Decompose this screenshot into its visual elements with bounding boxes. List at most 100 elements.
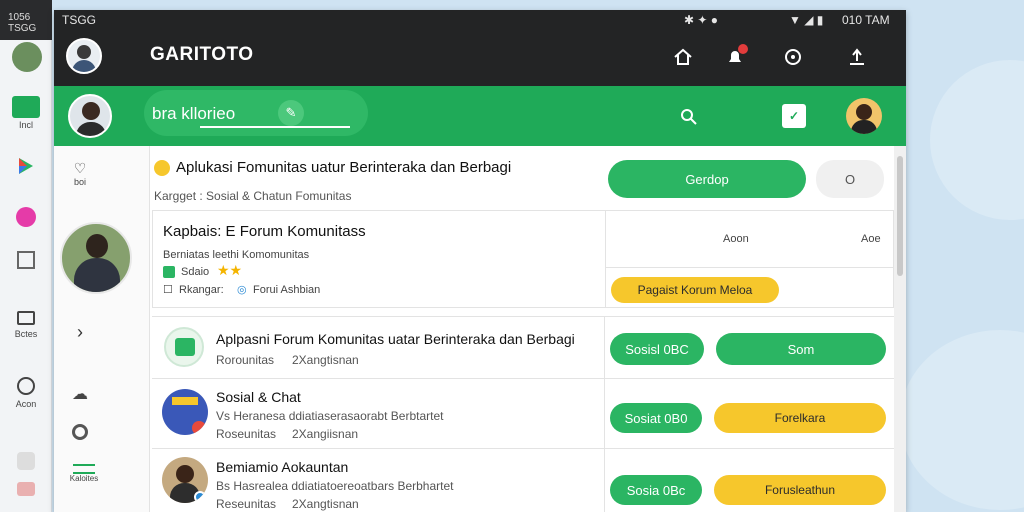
rail-item-faded[interactable] — [0, 452, 52, 470]
action-button[interactable]: Forusleathun — [714, 475, 886, 505]
search-button[interactable] — [676, 104, 702, 130]
chevron-right-icon: › — [77, 322, 83, 342]
status-clock: 010 TAM — [842, 13, 890, 27]
page-title: Aplukasi Fomunitas uatur Berinteraka dan… — [176, 159, 512, 176]
rail-item-tag[interactable]: Incl — [0, 96, 52, 130]
sidebar: ♡ boi › ☁ Kaloites — [54, 146, 150, 512]
list-item[interactable]: Aplpasni Forum Komunitas uatar Berintera… — [152, 316, 894, 379]
home-button[interactable] — [668, 42, 698, 72]
cell-divider — [605, 267, 893, 268]
notifications-button[interactable] — [720, 42, 750, 72]
item-sub1: Bs Hasrealea ddiatiatoereoatbars Berbhar… — [216, 479, 454, 493]
check-icon: ✓ — [788, 109, 800, 123]
rail-item-label: Bctes — [14, 329, 38, 339]
briefcase-icon — [17, 311, 35, 325]
item-sub2: 2Xangtisnan — [292, 353, 359, 367]
upload-icon — [850, 48, 864, 65]
column-divider — [605, 211, 606, 307]
scroll-thumb[interactable] — [897, 156, 903, 276]
pencil-icon: ✎ — [285, 105, 297, 120]
account-avatar[interactable] — [846, 98, 882, 134]
globe-icon: ◎ — [237, 284, 247, 296]
rail-item-briefcase[interactable]: Bctes — [0, 311, 52, 339]
heart-icon: ♡ — [73, 160, 87, 176]
rail-item-info[interactable]: Acon — [0, 377, 52, 409]
status-bar: TSGG ✱ ✦ ● ▼ ◢ ▮ 010 TAM — [54, 10, 906, 30]
forum-app-icon — [164, 327, 204, 367]
search-underline — [200, 126, 350, 128]
item-title: Aplpasni Forum Komunitas uatar Berintera… — [216, 331, 575, 347]
featured-line3a: Rkangar: — [179, 284, 224, 296]
info-icon — [17, 377, 35, 395]
profile-avatar[interactable] — [68, 94, 112, 138]
user-avatar[interactable] — [66, 38, 102, 74]
featured-line2: Sdaio — [181, 266, 210, 278]
edit-button[interactable]: ✎ — [278, 100, 304, 126]
action-button[interactable]: Som — [716, 333, 886, 365]
featured-title: Kapbais: E Forum Komunitass — [163, 223, 366, 240]
sidebar-item-label: boi — [73, 177, 86, 187]
app-icon — [17, 452, 35, 470]
notification-badge — [738, 44, 748, 54]
rail-item-slides[interactable] — [0, 251, 52, 269]
checklist-button[interactable]: ✓ — [782, 104, 806, 128]
maps-icon — [19, 158, 33, 174]
cloud-icon: ☁ — [72, 386, 88, 403]
home-icon — [674, 48, 692, 65]
os-avatar[interactable] — [12, 42, 42, 72]
chat-app-icon — [162, 389, 208, 435]
featured-line3b: Forui Ashbian — [253, 284, 321, 296]
item-title: Bemiamio Aokauntan — [216, 459, 349, 475]
page-subtitle: Kargget : Sosial & Chatun Fomunitas — [154, 189, 352, 203]
rail-item-podcast[interactable] — [0, 207, 52, 227]
sidebar-item-circle[interactable] — [54, 424, 106, 440]
sidebar-item-boi[interactable]: ♡ boi — [54, 160, 106, 187]
sync-button[interactable] — [778, 42, 808, 72]
user-photo — [162, 457, 208, 503]
featured-card[interactable]: Kapbais: E Forum Komunitass Berniatas le… — [152, 210, 894, 308]
bluetooth-icon: ✱ ✦ ● — [684, 13, 719, 27]
item-sub1: Rorounitas — [216, 353, 275, 367]
title-bar: GARITOTO — [54, 30, 906, 86]
sidebar-item-label: Kaloites — [69, 474, 99, 483]
column-divider — [604, 317, 605, 379]
main-content: Aplukasi Fomunitas uatur Berinteraka dan… — [150, 146, 894, 512]
search-bar-row: bra kllorieo ✎ ✓ — [54, 86, 906, 146]
slides-icon — [17, 251, 35, 269]
featured-tag[interactable]: Pagaist Korum Meloa — [611, 277, 779, 303]
upload-button[interactable] — [842, 42, 872, 72]
rail-item-faded[interactable] — [0, 482, 52, 496]
category-tag[interactable]: Sosiat 0B0 — [610, 403, 702, 433]
search-icon — [681, 109, 697, 125]
item-sub2: Roseunitas — [216, 427, 277, 441]
app-window: TSGG ✱ ✦ ● ▼ ◢ ▮ 010 TAM GARITOTO bra kl… — [54, 10, 906, 512]
sidebar-item-next[interactable]: › — [54, 322, 106, 343]
category-tag[interactable]: Sosia 0Bc — [610, 475, 702, 505]
star-icon: ★★ — [217, 262, 243, 278]
app-icon — [17, 482, 35, 496]
column-divider — [604, 379, 605, 449]
list-item[interactable]: Bemiamio Aokauntan Bs Hasrealea ddiatiat… — [152, 448, 894, 512]
list-item[interactable]: Sosial & Chat Vs Heranesa ddiatiaserasao… — [152, 378, 894, 449]
primary-button[interactable]: Gerdop — [608, 160, 806, 198]
item-sub3: 2Xangtisnan — [292, 497, 359, 511]
item-title: Sosial & Chat — [216, 389, 301, 405]
scrollbar[interactable] — [894, 146, 906, 512]
rail-item-label: Acon — [15, 399, 37, 409]
search-input[interactable]: bra kllorieo ✎ — [144, 90, 368, 136]
sidebar-item-cloud[interactable]: ☁ — [54, 384, 106, 404]
sidebar-item-kaloites[interactable]: Kaloites — [58, 464, 110, 483]
circle-icon — [72, 424, 88, 440]
category-tag[interactable]: Sosisl 0BC — [610, 333, 704, 365]
link-icon: ☐ — [163, 284, 173, 296]
item-sub1: Vs Heranesa ddiatiaserasaorabt Berbtarte… — [216, 409, 444, 423]
app-title: GARITOTO — [150, 44, 254, 65]
secondary-button[interactable]: O — [816, 160, 884, 198]
action-button[interactable]: Forelkara — [714, 403, 886, 433]
item-sub2: Reseunitas — [216, 497, 277, 511]
rail-item-maps[interactable] — [0, 155, 52, 177]
tag-icon — [12, 96, 40, 118]
featured-avatar[interactable] — [60, 222, 132, 294]
os-taskbar: 1056 TSGG Incl Bctes Acon — [0, 0, 52, 512]
column-header-a: Aoon — [723, 233, 749, 245]
